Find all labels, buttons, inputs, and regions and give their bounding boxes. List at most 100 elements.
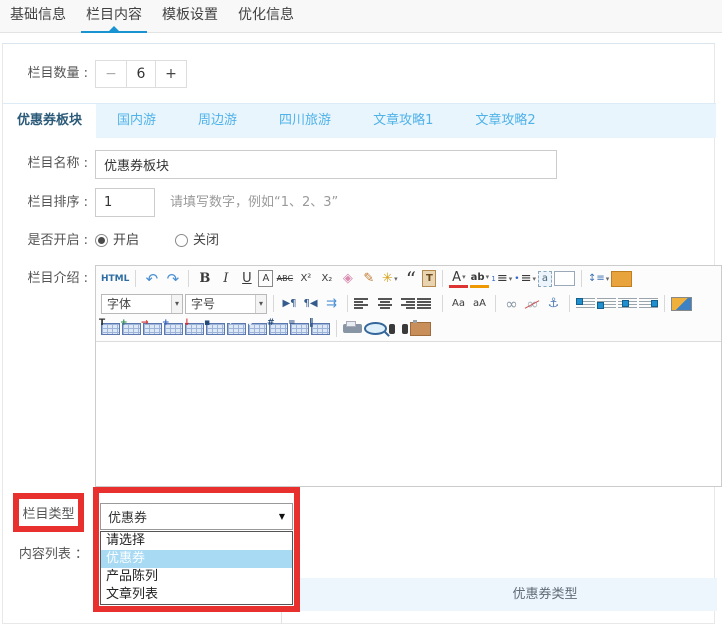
- section-tab-bar: 优惠券板块 国内游 周边游 四川旅游 文章攻略1 文章攻略2: [3, 103, 716, 138]
- column-count-label: 栏目数量 :: [0, 60, 88, 88]
- image-align-inline-icon[interactable]: [597, 298, 616, 310]
- insert-image-icon[interactable]: [671, 297, 692, 311]
- radio-off-label: 关闭: [193, 227, 219, 255]
- paragraph-rtl-icon[interactable]: ¶◀: [301, 294, 320, 314]
- stepper-minus-button[interactable]: −: [96, 61, 127, 87]
- option-please-select[interactable]: 请选择: [101, 532, 292, 550]
- unlink-icon[interactable]: ∞: [523, 294, 542, 314]
- search-replace-icon[interactable]: [389, 324, 408, 334]
- paste-icon[interactable]: [410, 322, 431, 336]
- full-border-icon[interactable]: #: [269, 323, 288, 335]
- table-column-divider: [281, 611, 282, 624]
- toolbar-separator: [581, 270, 582, 287]
- toolbar-separator: [347, 295, 348, 312]
- highlight-color-icon[interactable]: ab▾: [470, 270, 489, 288]
- stepper-plus-button[interactable]: +: [155, 61, 186, 87]
- to-lowercase-icon[interactable]: aA: [470, 294, 489, 314]
- merge-cells-icon[interactable]: ▪: [206, 323, 225, 335]
- toolbar-separator: [336, 320, 337, 337]
- editor-content-area[interactable]: [96, 342, 721, 485]
- strikethrough-icon[interactable]: ABC: [275, 269, 294, 289]
- toolbar-separator: [442, 295, 443, 312]
- indent-icon[interactable]: ⇉: [322, 294, 341, 314]
- row-border-icon[interactable]: =: [290, 323, 309, 335]
- insert-row-icon[interactable]: +: [122, 323, 141, 335]
- image-align-center-icon[interactable]: [618, 298, 637, 310]
- tab-template-settings[interactable]: 模板设置: [152, 0, 228, 32]
- subscript-icon[interactable]: X₂: [317, 269, 336, 289]
- radio-off[interactable]: [175, 234, 188, 247]
- rich-text-editor: HTML↶↷BIUAABCX²X₂◈✎✳▾“TA▾ab▾≡▾≡▾a↕≡▾ 字体▾…: [95, 265, 722, 487]
- split-to-cols-icon[interactable]: ↓: [248, 323, 267, 335]
- option-article-list[interactable]: 文章列表: [101, 586, 292, 604]
- paste-as-text-icon[interactable]: T: [422, 270, 436, 287]
- font-family-select[interactable]: 字体▾: [101, 294, 183, 314]
- html-source-icon[interactable]: HTML: [101, 269, 129, 289]
- font-size-select[interactable]: 字号▾: [185, 294, 267, 314]
- align-justify-icon[interactable]: [417, 298, 436, 309]
- radio-on-label: 开启: [113, 227, 139, 255]
- paragraph-ltr-icon[interactable]: ▶¶: [280, 294, 299, 314]
- font-color-icon[interactable]: A▾: [449, 270, 468, 288]
- subtab-article-guide-2[interactable]: 文章攻略2: [454, 104, 556, 138]
- align-left-icon[interactable]: [354, 298, 373, 309]
- subtab-sichuan-travel[interactable]: 四川旅游: [258, 104, 352, 138]
- toolbar-row-3: T+→+↓▪→↓#=‖: [96, 316, 721, 341]
- to-uppercase-icon[interactable]: Aa: [449, 294, 468, 314]
- column-name-value: 优惠券板块: [104, 155, 169, 174]
- align-right-icon[interactable]: [396, 298, 415, 309]
- auto-typeset-icon[interactable]: ✳▾: [380, 269, 399, 289]
- new-page-icon[interactable]: [554, 271, 575, 286]
- link-icon[interactable]: ∞: [502, 294, 521, 314]
- radio-on[interactable]: [95, 234, 108, 247]
- image-align-left-icon[interactable]: [576, 298, 595, 310]
- image-align-right-icon[interactable]: [639, 298, 658, 310]
- toolbar-separator: [569, 295, 570, 312]
- split-to-rows-icon[interactable]: →: [227, 323, 246, 335]
- subtab-domestic-travel[interactable]: 国内游: [96, 104, 177, 138]
- ordered-list-icon[interactable]: ≡▾: [491, 269, 512, 289]
- eraser-icon[interactable]: ◈: [338, 269, 357, 289]
- delete-row-icon[interactable]: →: [143, 323, 162, 335]
- print-icon[interactable]: [343, 324, 362, 333]
- column-intro-label: 栏目介绍 :: [0, 266, 88, 292]
- tab-optimization-info[interactable]: 优化信息: [228, 0, 304, 32]
- anchor-style-icon[interactable]: a: [538, 271, 552, 287]
- bold-icon[interactable]: B: [195, 269, 214, 289]
- toolbar-row-1: HTML↶↷BIUAABCX²X₂◈✎✳▾“TA▾ab▾≡▾≡▾a↕≡▾: [96, 266, 721, 291]
- option-product-display[interactable]: 产品陈列: [101, 568, 292, 586]
- clipped-right-icon[interactable]: [611, 271, 632, 287]
- top-tab-bar: 基础信息 栏目内容 模板设置 优化信息: [0, 0, 722, 33]
- col-border-icon[interactable]: ‖: [311, 323, 330, 335]
- subtab-article-guide-1[interactable]: 文章攻略1: [352, 104, 454, 138]
- option-coupon[interactable]: 优惠券: [101, 550, 292, 568]
- blockquote-icon[interactable]: “: [401, 274, 420, 284]
- subtab-nearby-travel[interactable]: 周边游: [177, 104, 258, 138]
- char-border-icon[interactable]: A: [258, 270, 273, 287]
- content-list-label: 内容列表 ：: [0, 541, 88, 569]
- preview-icon[interactable]: [364, 322, 387, 335]
- delete-col-icon[interactable]: ↓: [185, 323, 204, 335]
- tab-column-content[interactable]: 栏目内容: [76, 0, 152, 32]
- superscript-icon[interactable]: X²: [296, 269, 315, 289]
- toolbar-separator: [495, 295, 496, 312]
- anchor-icon[interactable]: ⚓: [544, 294, 563, 314]
- tab-basic-info[interactable]: 基础信息: [0, 0, 76, 32]
- column-name-input[interactable]: 优惠券板块: [95, 150, 557, 179]
- redo-icon[interactable]: ↷: [163, 269, 182, 289]
- insert-col-icon[interactable]: +: [164, 323, 183, 335]
- stepper-value: 6: [127, 61, 155, 87]
- underline-icon[interactable]: U: [237, 269, 256, 289]
- column-type-select[interactable]: 优惠券 ▼: [100, 503, 293, 530]
- column-order-hint: 请填写数字，例如“1、2、3”: [170, 189, 338, 217]
- format-brush-icon[interactable]: ✎: [359, 269, 378, 289]
- insert-table-icon[interactable]: T: [101, 323, 120, 335]
- italic-icon[interactable]: I: [216, 269, 235, 289]
- undo-icon[interactable]: ↶: [142, 269, 161, 289]
- column-order-value: 1: [104, 195, 112, 210]
- unordered-list-icon[interactable]: ≡▾: [514, 269, 536, 289]
- align-center-icon[interactable]: [375, 298, 394, 309]
- line-spacing-icon[interactable]: ↕≡▾: [588, 269, 609, 289]
- subtab-coupon-board[interactable]: 优惠券板块: [3, 104, 96, 138]
- column-order-input[interactable]: 1: [95, 188, 155, 217]
